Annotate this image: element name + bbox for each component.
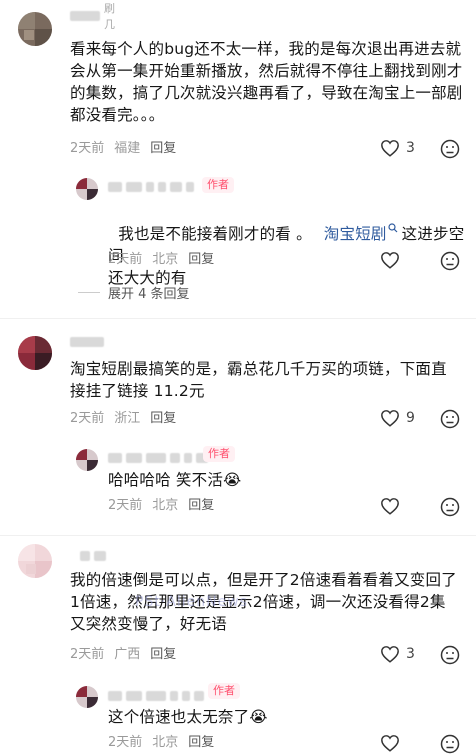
username-blurred[interactable] [80, 550, 106, 562]
like-count: 3 [406, 646, 415, 662]
heart-icon[interactable] [380, 251, 400, 269]
expand-divider [78, 292, 100, 293]
reply-time: 2天前 [108, 735, 143, 750]
avatar[interactable] [18, 12, 52, 46]
reply-username-blurred[interactable] [108, 690, 204, 702]
reply-text: 我也是不能接着刚才的看 。淘宝短剧 这进步空间 还大大的有 [108, 201, 468, 289]
dislike-face-icon[interactable] [440, 645, 460, 665]
comment-meta: 2天前 广西 回复 [70, 646, 176, 664]
reply-location: 北京 [152, 735, 179, 750]
author-tag: 作者 [203, 446, 235, 462]
reply-time: 2天前 [108, 252, 143, 267]
reply-button[interactable]: 回复 [188, 497, 214, 515]
comment-divider [0, 318, 476, 319]
link-label: 淘宝短剧 [323, 225, 387, 243]
heart-icon[interactable] [380, 734, 400, 752]
comment-text: 淘宝短剧最搞笑的是，霸总花几千万买的项链，下面直 接挂了链接 11.2元 [70, 360, 447, 400]
avatar[interactable] [18, 544, 52, 578]
like-count: 3 [406, 140, 415, 156]
like-button[interactable]: 3 [380, 645, 415, 663]
comment-location: 广西 [114, 647, 141, 662]
comment-divider [0, 535, 476, 536]
reply-text-part: 我也是不能接着刚才的看 。 [118, 225, 312, 243]
author-tag: 作者 [208, 683, 240, 699]
heart-icon [381, 646, 399, 663]
reply-avatar[interactable] [76, 178, 98, 200]
expand-replies-button[interactable]: 展开 4 条回复 [78, 283, 190, 302]
search-icon [388, 223, 398, 233]
reply-button[interactable]: 回复 [150, 646, 176, 664]
avatar[interactable] [18, 336, 52, 370]
like-count: 9 [406, 410, 415, 426]
reply-avatar[interactable] [76, 449, 98, 471]
username-blurred[interactable]: 刷几 [70, 2, 115, 31]
reply-button[interactable]: 回复 [188, 251, 214, 269]
taobao-shortdrama-link[interactable]: 淘宝短剧 [312, 223, 398, 243]
comment-text: 我的倍速倒是可以点，但是开了2倍速看着看着又变回了 1倍速，然后那里还是显示2倍… [70, 571, 457, 633]
heart-icon [381, 140, 399, 157]
comment-text: 看来每个人的bug还不太一样，我的是每次退出再进去就 会从第一集开始重新播放，然… [70, 40, 463, 124]
username-blurred[interactable] [70, 336, 104, 348]
comment-meta: 2天前 浙江 回复 [70, 410, 176, 428]
dislike-face-icon[interactable] [440, 497, 460, 517]
reply-location: 北京 [152, 252, 179, 267]
reply-meta: 2天前 北京 回复 [108, 497, 214, 515]
dislike-face-icon[interactable] [440, 251, 460, 271]
comment-location: 福建 [114, 141, 141, 156]
reply-username-blurred[interactable] [108, 452, 208, 464]
reply-time: 2天前 [108, 498, 143, 513]
comment-time: 2天前 [70, 411, 105, 426]
reply-location: 北京 [152, 498, 179, 513]
reply-button[interactable]: 回复 [150, 410, 176, 428]
dislike-face-icon[interactable] [440, 139, 460, 159]
reply-text: 哈哈哈哈 笑不活😭 [108, 471, 242, 489]
comment-meta: 2天前 福建 回复 [70, 140, 176, 158]
comment-time: 2天前 [70, 647, 105, 662]
reply-avatar[interactable] [76, 686, 98, 708]
reply-meta: 2天前 北京 回复 [108, 251, 214, 269]
reply-username-blurred[interactable] [108, 181, 194, 193]
dislike-face-icon[interactable] [440, 734, 460, 754]
heart-icon[interactable] [380, 497, 400, 515]
expand-label: 展开 4 条回复 [108, 287, 190, 302]
reply-button[interactable]: 回复 [188, 734, 214, 752]
comment-location: 浙江 [114, 411, 141, 426]
author-tag: 作者 [202, 177, 234, 193]
dislike-face-icon[interactable] [440, 409, 460, 429]
reply-text: 这个倍速也太无奈了😭 [108, 708, 268, 726]
like-button[interactable]: 9 [380, 409, 415, 427]
reply-button[interactable]: 回复 [150, 140, 176, 158]
comment-time: 2天前 [70, 141, 105, 156]
reply-meta: 2天前 北京 回复 [108, 734, 214, 752]
heart-icon [381, 410, 399, 427]
like-button[interactable]: 3 [380, 139, 415, 157]
watermark: PSt·AlienNews [135, 594, 248, 610]
